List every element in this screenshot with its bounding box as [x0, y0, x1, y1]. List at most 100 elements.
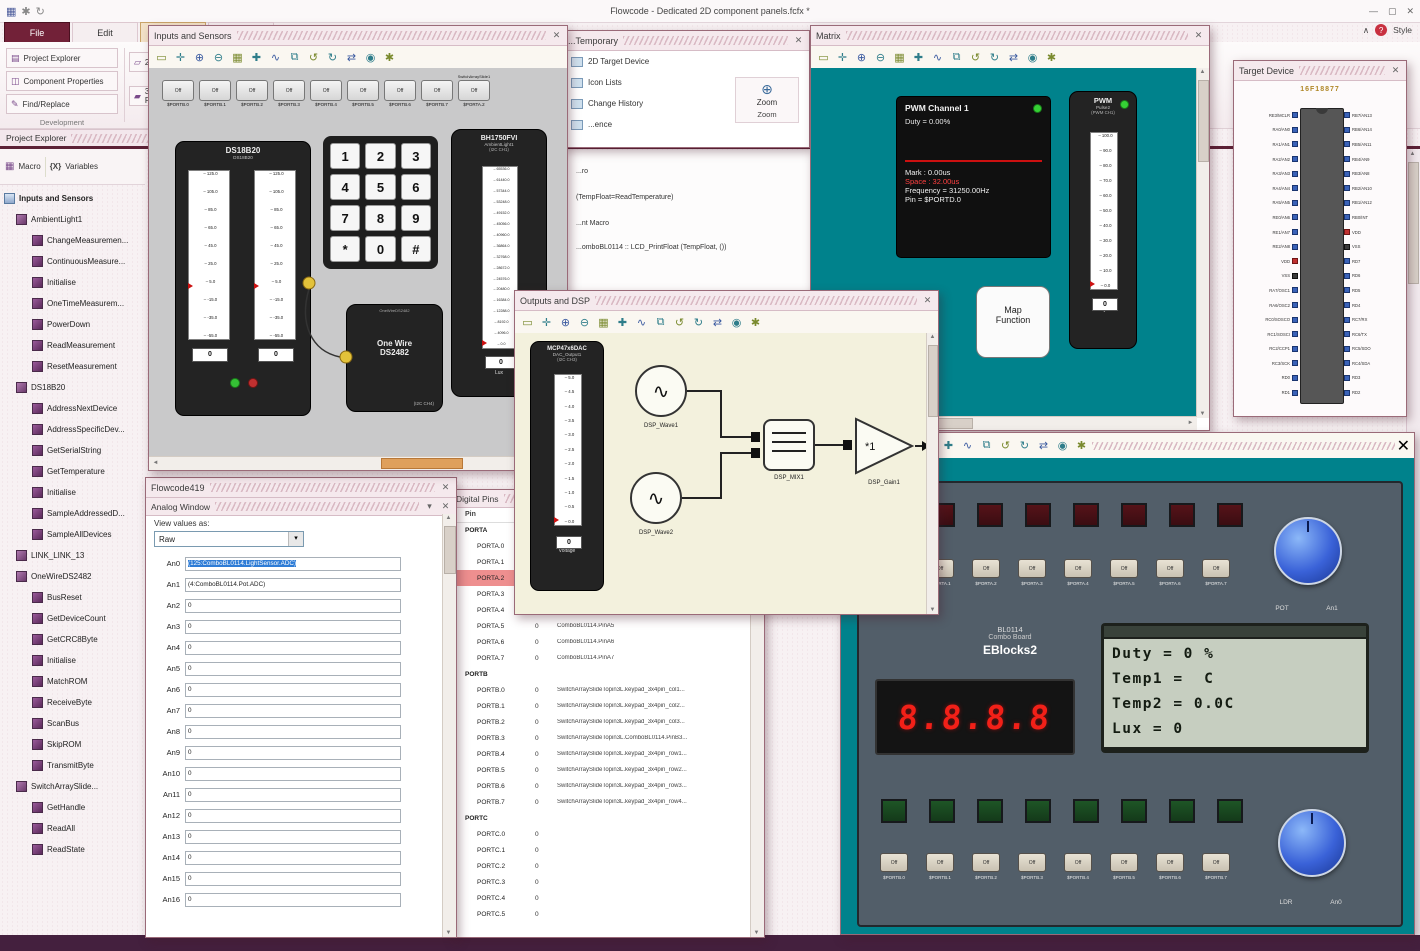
- add-component-icon[interactable]: ✚: [614, 314, 631, 331]
- tree-item[interactable]: MatchROM: [0, 671, 145, 692]
- chip-pin[interactable]: RB5/AN11: [1344, 137, 1406, 152]
- port-switch[interactable]: Off $PORTB.4: [1063, 853, 1093, 880]
- panel-titlebar[interactable]: Matrix ✕: [811, 26, 1209, 46]
- port-switch[interactable]: Off $PORTB.6: [1155, 853, 1185, 880]
- close-icon[interactable]: ✕: [1193, 30, 1204, 41]
- pan-icon[interactable]: ✛: [834, 49, 851, 66]
- keypad-key[interactable]: 0: [365, 236, 396, 262]
- map-function-block[interactable]: Map Function: [976, 286, 1050, 358]
- chip-pin[interactable]: RA3/AN3: [1236, 166, 1298, 181]
- dsp-wave1-block[interactable]: ∿: [635, 365, 687, 417]
- channel-input[interactable]: 0: [185, 892, 401, 907]
- keypad-key[interactable]: 5: [365, 174, 396, 200]
- port-switch[interactable]: Off $PORTB.5: [1109, 853, 1139, 880]
- port-toggle-button[interactable]: Off: [236, 80, 268, 101]
- port-switch[interactable]: Off $PORTA.7: [1201, 559, 1231, 586]
- maximize-button[interactable]: ▢: [1388, 6, 1397, 17]
- dsp-wave2-block[interactable]: ∿: [630, 472, 682, 524]
- meter-pointer[interactable]: [554, 517, 559, 523]
- macro-label[interactable]: Macro: [18, 162, 40, 171]
- port-switch[interactable]: Off $PORTB.2: [971, 853, 1001, 880]
- table-row[interactable]: PORTC: [451, 810, 751, 826]
- chip-pin[interactable]: RA4/AN4: [1236, 181, 1298, 196]
- chip-pin[interactable]: RB4/AN9: [1344, 152, 1406, 167]
- switch-button[interactable]: Off: [880, 853, 908, 872]
- switch-button[interactable]: Off: [1110, 559, 1138, 578]
- tree-item[interactable]: GetTemperature: [0, 461, 145, 482]
- table-row[interactable]: PORTB.7 0 SwitchArraySlideTopin3L.keypad…: [451, 794, 751, 810]
- keypad-key[interactable]: 6: [400, 174, 431, 200]
- copy-icon[interactable]: ⧉: [948, 49, 965, 66]
- keypad-key[interactable]: #: [400, 236, 431, 262]
- tree-item[interactable]: OneWireDS2482: [0, 566, 145, 587]
- port-toggle-button[interactable]: Off: [384, 80, 416, 101]
- panel-hscrollbar[interactable]: ◄ ►: [149, 456, 567, 470]
- chip-pin[interactable]: RD4: [1344, 298, 1406, 313]
- wire-icon[interactable]: ∿: [267, 49, 284, 66]
- panel-titlebar[interactable]: Target Device ✕: [1234, 61, 1406, 81]
- close-icon[interactable]: ✕: [793, 35, 804, 46]
- chip-pin[interactable]: RC7/RX: [1344, 312, 1406, 327]
- chip-pin[interactable]: RB7/AN13: [1344, 108, 1406, 123]
- port-switch[interactable]: Off $PORTA.3: [1017, 559, 1047, 586]
- light-value[interactable]: 0: [485, 356, 517, 369]
- table-row[interactable]: PORTB.3 0 SwitchArraySlideTopin3L.ComboB…: [451, 730, 751, 746]
- rotate-cw-icon[interactable]: ↻: [986, 49, 1003, 66]
- table-row[interactable]: PORTC.1 0: [451, 842, 751, 858]
- port-button[interactable]: Off $PORTB.1: [198, 74, 232, 107]
- zoom-in-icon[interactable]: ⊕: [557, 314, 574, 331]
- chevron-down-icon[interactable]: ▾: [424, 501, 435, 512]
- view-values-dropdown[interactable]: Raw ▾: [154, 531, 304, 547]
- channel-input[interactable]: 0: [185, 766, 401, 781]
- switch-button[interactable]: Off: [1018, 559, 1046, 578]
- switch-button[interactable]: Off: [972, 559, 1000, 578]
- temperature-value-2[interactable]: 0: [258, 348, 294, 362]
- tree-item[interactable]: GetDeviceCount: [0, 608, 145, 629]
- chip-pin[interactable]: RB0/INT: [1344, 210, 1406, 225]
- port-button[interactable]: Off $PORTB.7: [420, 74, 454, 107]
- port-switch[interactable]: Off $PORTA.4: [1063, 559, 1093, 586]
- ribbon-tab[interactable]: File: [4, 22, 70, 42]
- help-icon[interactable]: ?: [1375, 24, 1388, 36]
- tree-item[interactable]: ContinuousMeasure...: [0, 251, 145, 272]
- zoom-out-icon[interactable]: ⊖: [576, 314, 593, 331]
- port-toggle-button[interactable]: Off: [458, 80, 490, 101]
- rotate-cw-icon[interactable]: ↻: [690, 314, 707, 331]
- chip-pin[interactable]: RA2/AN2: [1236, 152, 1298, 167]
- panel-vscrollbar[interactable]: ▲▼: [442, 514, 456, 937]
- chip-pin[interactable]: RB3/AN8: [1344, 166, 1406, 181]
- chip-pin[interactable]: RD1: [1236, 385, 1298, 400]
- chip-pin[interactable]: RB6/AN14: [1344, 123, 1406, 138]
- close-icon[interactable]: ✕: [440, 482, 451, 493]
- switch-button[interactable]: Off: [972, 853, 1000, 872]
- chip-pin[interactable]: RC4/SDA: [1344, 356, 1406, 371]
- chip-pin[interactable]: RE0/AN6: [1236, 210, 1298, 225]
- tree-item[interactable]: SkipROM: [0, 734, 145, 755]
- channel-input[interactable]: 0: [185, 787, 401, 802]
- chip-pin[interactable]: RB1/AN12: [1344, 196, 1406, 211]
- chip-pin[interactable]: RC2/CCP1: [1236, 342, 1298, 357]
- snapshot-icon[interactable]: ◉: [1024, 49, 1041, 66]
- flip-icon[interactable]: ⇄: [1035, 437, 1052, 454]
- chip-pin[interactable]: VDD: [1344, 225, 1406, 240]
- pot-knob[interactable]: [1274, 517, 1342, 585]
- chip-pin[interactable]: RA5/AN5: [1236, 196, 1298, 211]
- close-button[interactable]: ✕: [1406, 6, 1414, 17]
- copy-icon[interactable]: ⧉: [978, 437, 995, 454]
- zoom-button[interactable]: ⊕ Zoom Zoom: [735, 77, 799, 123]
- tree-item[interactable]: SampleAllDevices: [0, 524, 145, 545]
- close-icon[interactable]: ✕: [1397, 436, 1410, 456]
- tree-item[interactable]: GetCRC8Byte: [0, 629, 145, 650]
- port-switch[interactable]: Off $PORTA.6: [1155, 559, 1185, 586]
- port-toggle-button[interactable]: Off: [273, 80, 305, 101]
- tree-item[interactable]: ReadAll: [0, 818, 145, 839]
- close-icon[interactable]: ✕: [551, 30, 562, 41]
- wire-icon[interactable]: ∿: [633, 314, 650, 331]
- snapshot-icon[interactable]: ◉: [1054, 437, 1071, 454]
- chip-pin[interactable]: RA6/OSC2: [1236, 298, 1298, 313]
- ribbon-button[interactable]: ✎ Find/Replace: [6, 94, 118, 114]
- tree-item[interactable]: ReceiveByte: [0, 692, 145, 713]
- ldr-knob[interactable]: [1278, 809, 1346, 877]
- tree-item[interactable]: SwitchArraySlide...: [0, 776, 145, 797]
- panel-titlebar[interactable]: Outputs and DSP ✕: [515, 291, 938, 311]
